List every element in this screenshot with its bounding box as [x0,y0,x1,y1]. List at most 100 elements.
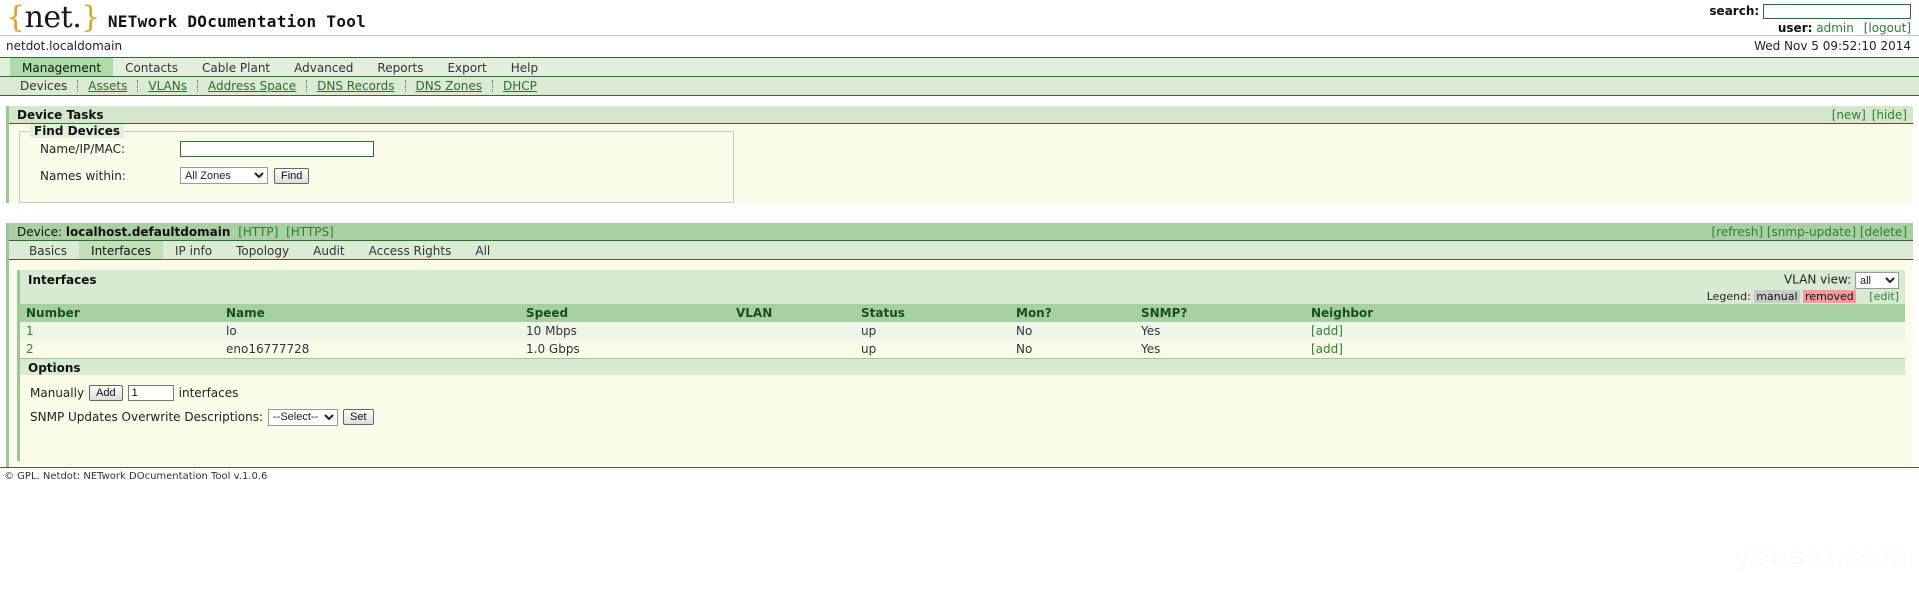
options-body: Manually Add interfaces SNMP Updates Ove… [20,375,1905,439]
table-row: 1 lo 10 Mbps up No Yes [add] [20,322,1905,340]
http-link[interactable]: [HTTP] [238,225,278,239]
vlan-view-label: VLAN view: [1783,272,1852,287]
tab-audit[interactable]: Audit [301,241,356,259]
interfaces-table-body: 1 lo 10 Mbps up No Yes [add] 2 eno16777728 1.0 Gb… [20,322,1905,358]
nav-item-help[interactable]: Help [499,58,550,76]
cell-mon: No [1010,340,1135,358]
cell-neighbor[interactable]: [add] [1305,340,1905,358]
subnav-item-assets[interactable]: Assets [78,79,137,93]
nav-item-cable-plant[interactable]: Cable Plant [190,58,282,76]
tab-access-rights[interactable]: Access Rights [357,241,464,259]
device-name: localhost.defaultdomain [65,225,231,239]
legend-edit-link[interactable]: [edit] [1869,290,1899,303]
refresh-link[interactable]: [refresh] [1711,225,1763,239]
column-header-name[interactable]: Name [220,304,520,322]
datetime-stamp: Wed Nov 5 09:52:10 2014 [1754,39,1911,53]
subnav-item-address-space[interactable]: Address Space [198,79,306,93]
main-nav: Management Contacts Cable Plant Advanced Rep… [0,58,1919,77]
spacer [0,96,1919,106]
column-header-number[interactable]: Number [20,304,220,322]
https-link[interactable]: [HTTPS] [286,225,334,239]
panel-tail [20,439,1905,461]
interfaces-word-label: interfaces [178,386,239,400]
column-header-snmp[interactable]: SNMP? [1135,304,1305,322]
manually-label: Manually [30,386,85,400]
tab-interfaces[interactable]: Interfaces [79,241,164,259]
logo-brace-left: { [6,0,25,35]
logo-dot: . [72,0,82,35]
name-ip-mac-input[interactable] [180,140,374,157]
hostname: netdot.localdomain [6,39,123,53]
zone-select[interactable]: All Zones [180,167,268,184]
new-link[interactable]: [new] [1832,108,1866,122]
subnav-item-dns-zones[interactable]: DNS Zones [406,79,492,93]
snmp-update-link[interactable]: [snmp-update] [1767,225,1856,239]
column-header-status[interactable]: Status [855,304,1010,322]
logo-word: net [24,0,73,35]
set-button[interactable]: Set [343,409,374,425]
cell-neighbor[interactable]: [add] [1305,322,1905,340]
column-header-mon[interactable]: Mon? [1010,304,1135,322]
nav-item-management[interactable]: Management [10,58,114,76]
delete-link[interactable]: [delete] [1860,225,1907,239]
device-header: Device: localhost.defaultdomain [HTTP] [… [9,223,1913,241]
cell-name: eno16777728 [220,340,520,358]
legend-manual-chip: manual [1754,290,1800,303]
legend-label: Legend: [1706,290,1751,303]
cell-snmp: Yes [1135,322,1305,340]
search-input[interactable] [1763,4,1911,19]
cell-status: up [855,322,1010,340]
cell-status: up [855,340,1010,358]
interface-count-input[interactable] [127,385,174,401]
names-within-row: Names within: All Zones Find [20,159,733,186]
app-tagline: NETwork DOcumentation Tool [107,12,367,31]
user-row: user: admin [logout] [1709,20,1911,37]
interfaces-table: Number Name Speed VLAN Status Mon? SNMP? Neighb… [20,304,1905,358]
subnav-item-dhcp[interactable]: DHCP [493,79,547,93]
name-ip-mac-label: Name/IP/MAC: [40,141,126,156]
tab-topology[interactable]: Topology [224,241,301,259]
options-header: Options [20,358,1905,375]
device-prefix: Device: [17,225,63,239]
nav-item-reports[interactable]: Reports [365,58,435,76]
tab-all[interactable]: All [463,241,502,259]
logo-brace-right: } [81,0,100,35]
subnav-item-devices[interactable]: Devices [10,79,77,93]
hide-link[interactable]: [hide] [1872,108,1907,122]
tab-ip-info[interactable]: IP info [163,241,224,259]
add-button[interactable]: Add [89,385,123,401]
nav-item-export[interactable]: Export [435,58,498,76]
subnav-item-dns-records[interactable]: DNS Records [307,79,404,93]
cell-number[interactable]: 2 [20,340,220,358]
device-tasks-title: Device Tasks [17,108,104,122]
cell-name: lo [220,322,520,340]
device-tasks-header: Device Tasks [new] [hide] [9,106,1913,124]
interfaces-title: Interfaces [28,273,97,287]
column-header-vlan[interactable]: VLAN [730,304,855,322]
header-utilities: search: user: admin [logout] [1709,3,1911,37]
table-row: 2 eno16777728 1.0 Gbps up No Yes [add] [20,340,1905,358]
subnav-item-vlans[interactable]: VLANs [138,79,197,93]
cell-vlan [730,340,855,358]
find-devices-box: Find Devices Name/IP/MAC: Names within: … [19,124,734,203]
vlan-view-select[interactable]: all [1855,272,1899,289]
spacer-2 [0,213,1919,223]
find-devices-legend: Find Devices [30,124,125,138]
snmp-overwrite-label: SNMP Updates Overwrite Descriptions: [30,410,264,424]
cell-mon: No [1010,322,1135,340]
find-button[interactable]: Find [274,167,310,184]
column-header-speed[interactable]: Speed [520,304,730,322]
cell-vlan [730,322,855,340]
column-header-neighbor[interactable]: Neighbor [1305,304,1905,322]
nav-item-contacts[interactable]: Contacts [113,58,190,76]
device-actions: [refresh] [snmp-update] [delete] [1711,225,1907,240]
legend-removed-chip: removed [1803,290,1856,303]
tab-basics[interactable]: Basics [17,241,79,259]
snmp-overwrite-select[interactable]: --Select-- [268,408,339,426]
manual-add-row: Manually Add interfaces [30,381,1905,405]
cell-number[interactable]: 1 [20,322,220,340]
name-ip-mac-row: Name/IP/MAC: [20,132,733,159]
snmp-overwrite-row: SNMP Updates Overwrite Descriptions: --S… [30,405,1905,429]
nav-item-advanced[interactable]: Advanced [282,58,365,76]
logout-link[interactable]: [logout] [1864,21,1911,35]
